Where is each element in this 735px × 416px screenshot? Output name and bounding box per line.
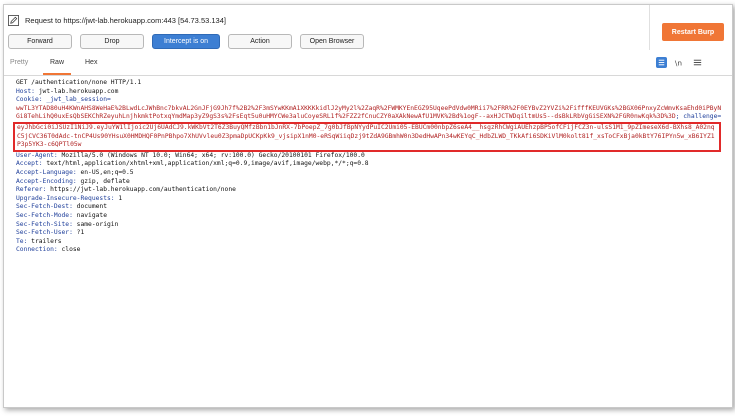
header-value: text/html,application/xhtml+xml,applicat… <box>42 160 369 168</box>
header-line: Accept: text/html,application/xhtml+xml,… <box>16 160 724 169</box>
tab-raw[interactable]: Raw <box>50 59 64 66</box>
open-browser-button[interactable]: Open Browser <box>300 34 364 49</box>
header-name: Sec-Fetch-Mode: <box>16 211 73 219</box>
burp-intercept-window: Request to https://jwt-lab.herokuapp.com… <box>3 4 733 408</box>
intercept-button-row: Forward Drop Intercept is on Action Open… <box>8 34 364 49</box>
header-name: Sec-Fetch-User: <box>16 229 73 237</box>
header-value: en-US,en;q=0.5 <box>76 168 134 176</box>
header-line: Connection: close <box>16 246 724 255</box>
header-name: Sec-Fetch-Site: <box>16 220 73 228</box>
header-name: Referer: <box>16 186 47 194</box>
header-line: Upgrade-Insecure-Requests: 1 <box>16 195 724 204</box>
challenge-token-value: eyJhbGci0iJSUzI1NiJ9.eyJuYW1lIjoic2Uj6UA… <box>17 123 715 149</box>
header-line: Sec-Fetch-User: ?1 <box>16 229 724 238</box>
pretty-print-icon[interactable] <box>656 57 667 68</box>
header-line: Te: trailers <box>16 238 724 247</box>
raw-request-editor[interactable]: GET /authentication/none HTTP/1.1 Host: … <box>13 79 724 255</box>
header-line: User-Agent: Mozilla/5.0 (Windows NT 10.0… <box>16 152 724 161</box>
request-info-row: Request to https://jwt-lab.herokuapp.com… <box>8 15 226 26</box>
tab-pretty[interactable]: Pretty <box>10 59 28 66</box>
header-name: Connection: <box>16 246 58 254</box>
header-line: Host: jwt-lab.herokuapp.com <box>16 88 724 97</box>
active-tab-indicator <box>43 73 71 75</box>
header-value: navigate <box>72 211 107 219</box>
header-line: Sec-Fetch-Dest: document <box>16 203 724 212</box>
challenge-token-highlight: eyJhbGci0iJSUzI1NiJ9.eyJuYW1lIjoic2Uj6UA… <box>13 121 721 152</box>
cookie-value: wwTL3YTAD80uH4KWnAHS8WeHaE%2BLwdLcJWhBnc… <box>16 104 722 121</box>
header-value: gzip, deflate <box>76 177 130 185</box>
header-value: same-origin <box>72 220 119 228</box>
header-name: User-Agent: <box>16 151 58 159</box>
header-value: document <box>72 203 107 211</box>
header-value: 1 <box>114 194 123 202</box>
header-value: jwt-lab.herokuapp.com <box>34 87 119 95</box>
cookie-header-line: Cookie: _jwt_lab_session= <box>16 96 724 105</box>
header-value: https://jwt-lab.herokuapp.com/authentica… <box>46 186 236 194</box>
cookie-value-line: wwTL3YTAD80uH4KWnAHS8WeHaE%2BLwdLcJWhBnc… <box>16 105 724 122</box>
header-line: Accept-Language: en-US,en;q=0.5 <box>16 169 724 178</box>
drop-button[interactable]: Drop <box>80 34 144 49</box>
header-name: Accept-Encoding: <box>16 177 77 185</box>
header-line: Sec-Fetch-Mode: navigate <box>16 212 724 221</box>
header-line: Referer: https://jwt-lab.herokuapp.com/a… <box>16 186 724 195</box>
header-value: close <box>57 246 81 254</box>
header-line: Sec-Fetch-Site: same-origin <box>16 221 724 230</box>
intercept-toolbar: Request to https://jwt-lab.herokuapp.com… <box>4 5 649 50</box>
header-value: Mozilla/5.0 (Windows NT 10.0; Win64; x64… <box>57 151 365 159</box>
tab-hex[interactable]: Hex <box>85 59 97 66</box>
header-value: ?1 <box>72 229 85 237</box>
pencil-icon <box>8 15 19 26</box>
request-info-text: Request to https://jwt-lab.herokuapp.com… <box>25 16 226 25</box>
newline-icon[interactable]: \n <box>674 57 685 68</box>
menu-icon[interactable] <box>692 57 703 68</box>
header-name: Sec-Fetch-Dest: <box>16 203 73 211</box>
header-name: Accept-Language: <box>16 168 77 176</box>
header-name: Host: <box>16 87 35 95</box>
restart-burp-button[interactable]: Restart Burp <box>662 23 724 41</box>
action-button[interactable]: Action <box>228 34 292 49</box>
challenge-cookie-name: ; challenge= <box>675 113 722 121</box>
header-name: Accept: <box>16 160 43 168</box>
header-name: Te: <box>16 237 28 245</box>
request-line: GET /authentication/none HTTP/1.1 <box>16 79 142 86</box>
cookie-name: _jwt_lab_session= <box>42 96 111 104</box>
forward-button[interactable]: Forward <box>8 34 72 49</box>
header-name: Upgrade-Insecure-Requests: <box>16 194 115 202</box>
header-name: Cookie: <box>16 96 43 104</box>
right-panel: Restart Burp <box>649 5 732 50</box>
svg-text:\n: \n <box>675 58 682 67</box>
header-list: User-Agent: Mozilla/5.0 (Windows NT 10.0… <box>16 152 724 255</box>
intercept-toggle-button[interactable]: Intercept is on <box>152 34 220 49</box>
header-line: Accept-Encoding: gzip, deflate <box>16 178 724 187</box>
header-value: trailers <box>27 237 62 245</box>
editor-tabbar: Pretty Raw Hex \n <box>4 51 732 76</box>
